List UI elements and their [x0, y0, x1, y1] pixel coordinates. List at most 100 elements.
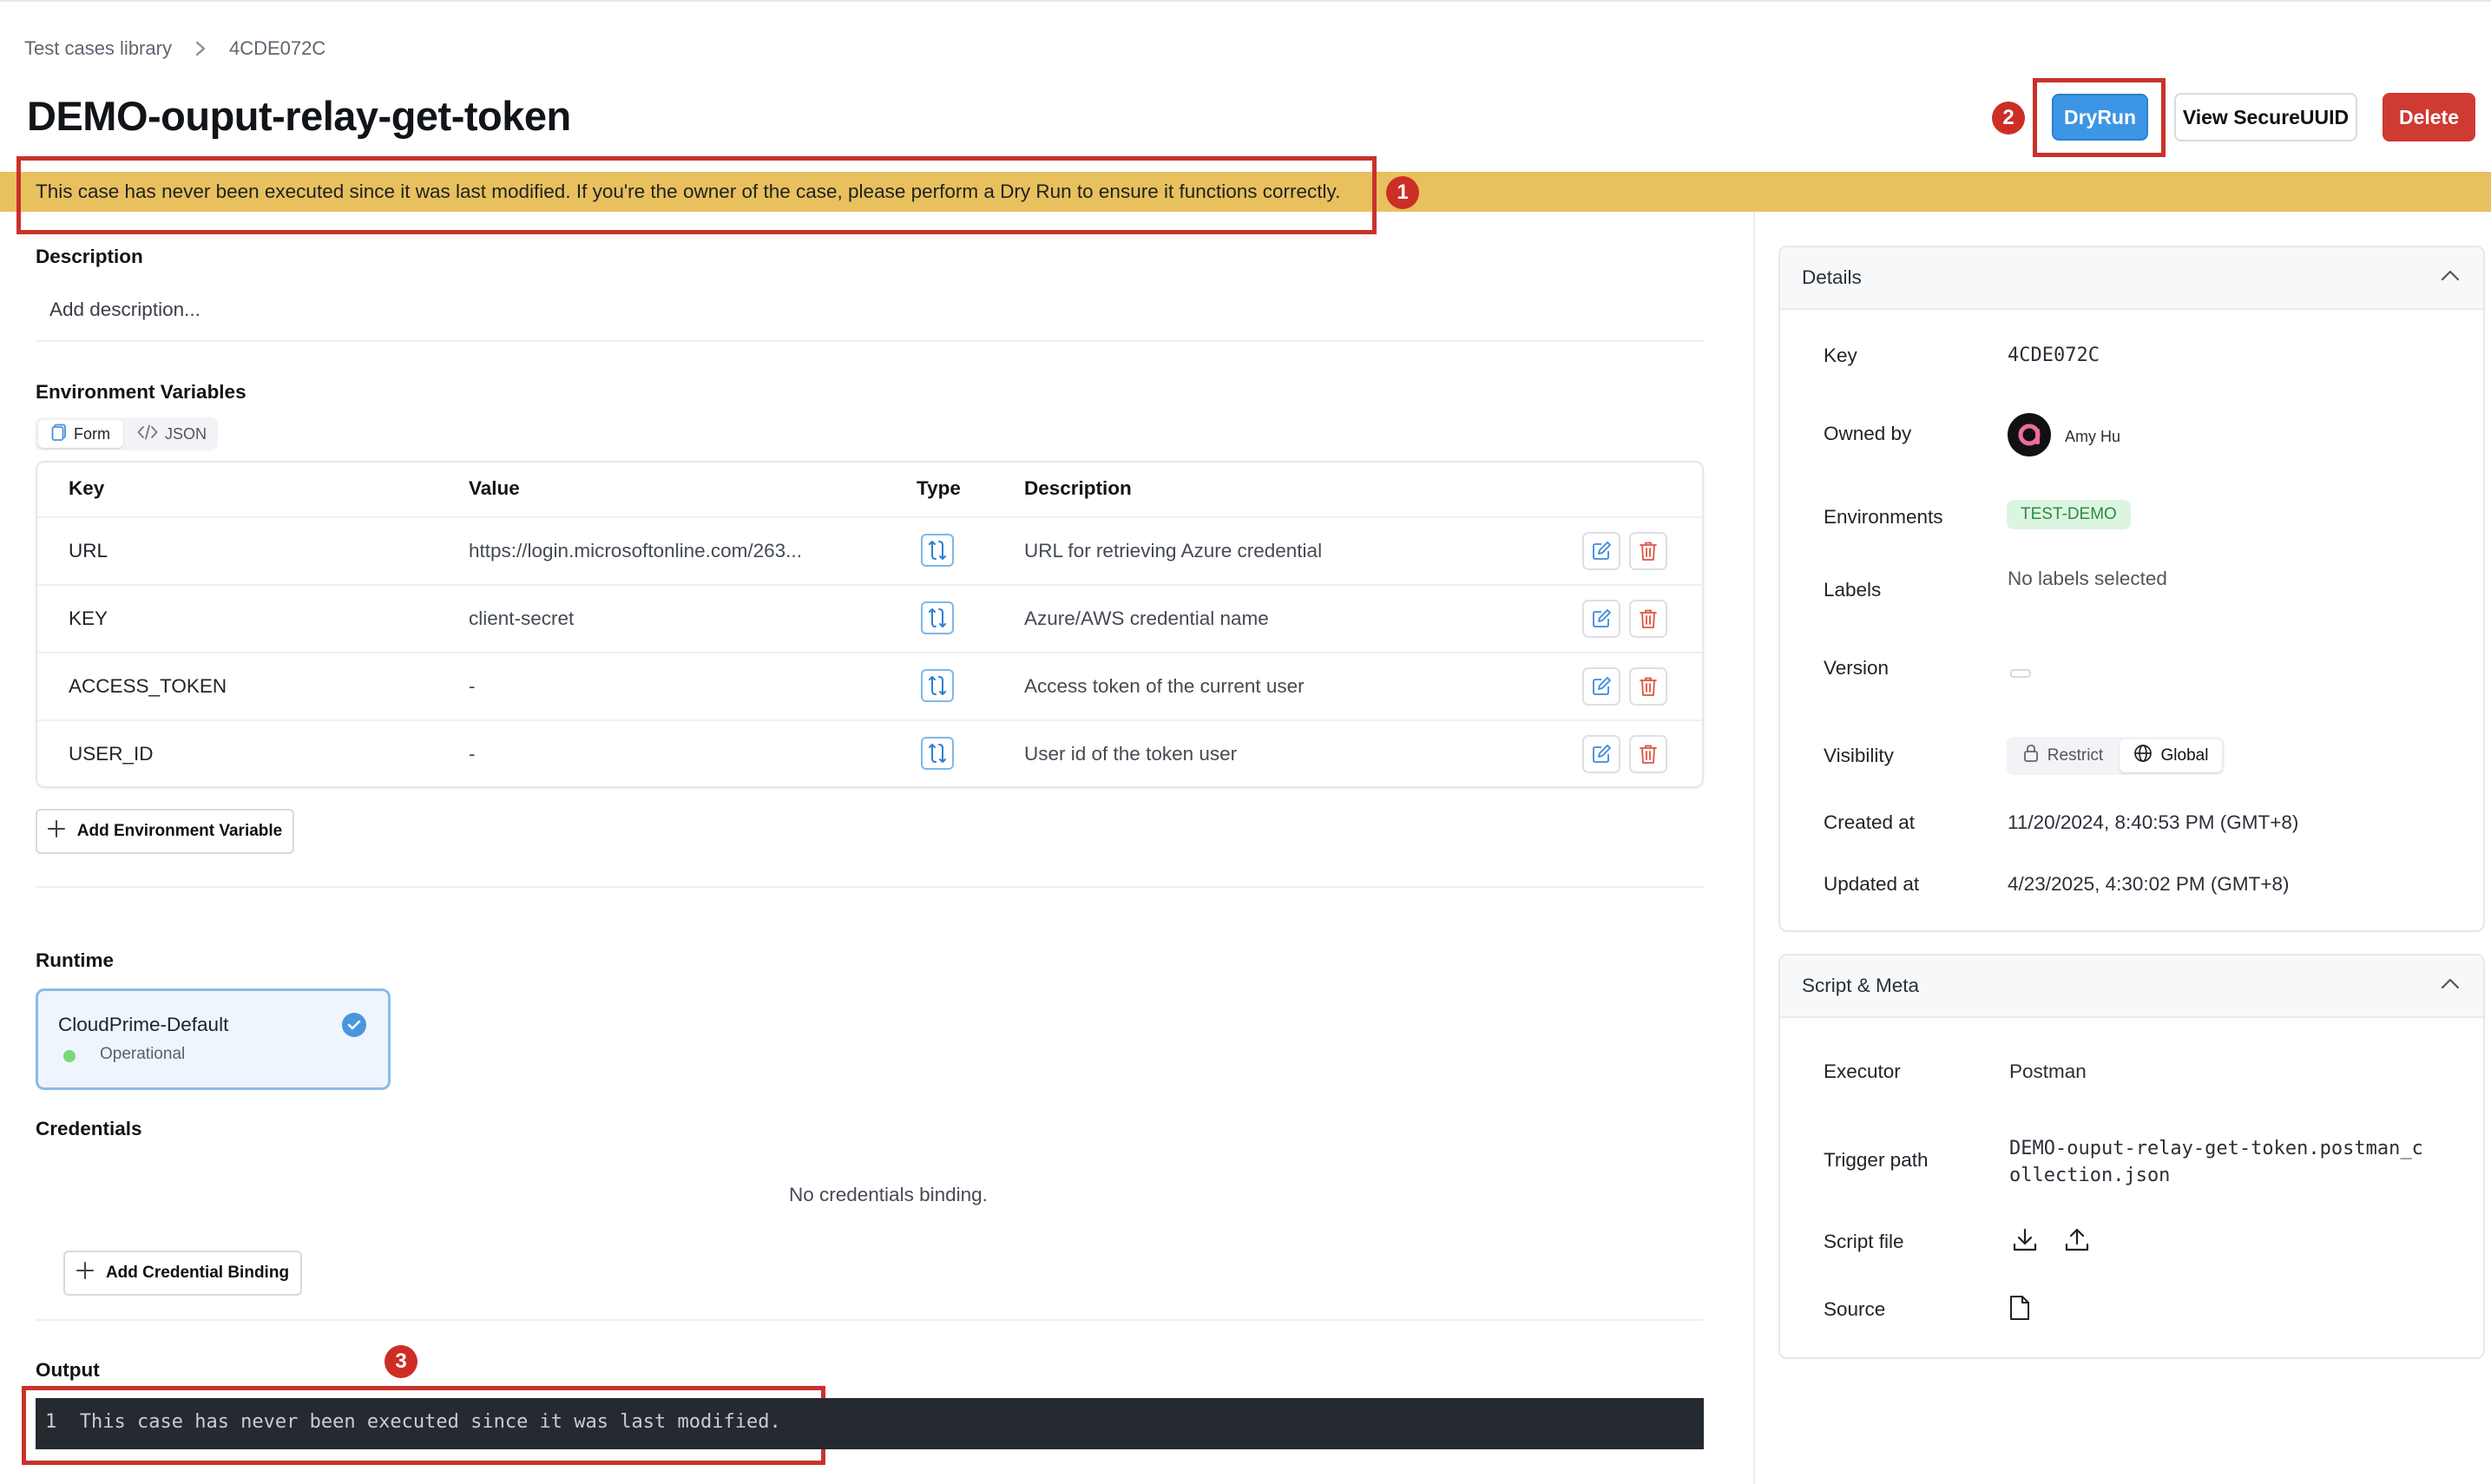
environment-badge: TEST-DEMO [2007, 500, 2131, 529]
trash-icon[interactable] [1629, 667, 1667, 706]
globe-icon [2133, 744, 2153, 768]
form-icon [51, 424, 67, 445]
labels-label: Labels [1824, 579, 1882, 601]
trash-icon[interactable] [1629, 735, 1667, 773]
env-vars-table [36, 461, 1704, 788]
description-input[interactable]: Add description... [49, 299, 200, 321]
chevron-up-icon[interactable] [2440, 976, 2461, 995]
env-description: User id of the token user [1024, 743, 1238, 765]
check-icon [342, 1013, 366, 1037]
visibility-restrict-label: Restrict [2047, 746, 2104, 765]
env-value: - [469, 743, 476, 765]
file-icon[interactable] [2008, 1295, 2031, 1325]
upload-icon[interactable] [2064, 1227, 2090, 1257]
variable-type-icon [921, 534, 954, 567]
labels-value[interactable]: No labels selected [2008, 568, 2167, 590]
script-file-label: Script file [1824, 1231, 1904, 1252]
variable-type-icon [921, 601, 954, 634]
visibility-global[interactable]: Global [2120, 739, 2222, 772]
annotation-box-1 [16, 156, 1377, 234]
add-env-var-button[interactable]: Add Environment Variable [36, 809, 294, 854]
breadcrumb-root[interactable]: Test cases library [24, 37, 172, 60]
top-border [0, 0, 2491, 2]
toggle-json-label: JSON [164, 424, 207, 443]
annotation-marker-2: 2 [1992, 102, 2025, 135]
visibility-restrict[interactable]: Restrict [2010, 739, 2116, 772]
breadcrumb-current: 4CDE072C [228, 37, 326, 59]
lock-icon [2023, 744, 2039, 768]
edit-icon[interactable] [1582, 600, 1620, 638]
chevron-right-icon [194, 40, 207, 57]
column-header-type: Type [917, 477, 961, 499]
updated-at-label: Updated at [1824, 873, 1920, 895]
toggle-form[interactable]: Form [38, 420, 123, 448]
no-credentials-text: No credentials binding. [789, 1184, 988, 1205]
column-header-value: Value [469, 477, 520, 499]
env-value: - [469, 675, 476, 697]
trigger-path-label: Trigger path [1824, 1149, 1929, 1171]
env-key: USER_ID [69, 743, 154, 765]
add-env-var-label: Add Environment Variable [76, 822, 283, 840]
add-credential-label: Add Credential Binding [105, 1264, 290, 1282]
output-line-number: 1 [45, 1411, 57, 1433]
environments-label: Environments [1824, 506, 1943, 528]
env-value: https://login.microsoftonline.com/263... [469, 540, 802, 561]
created-at-label: Created at [1824, 811, 1916, 833]
owner-label: Owned by [1824, 423, 1912, 444]
row-divider [37, 584, 1702, 586]
key-label: Key [1824, 345, 1857, 366]
executor-label: Executor [1824, 1060, 1901, 1082]
avatar [2008, 413, 2051, 456]
trash-icon[interactable] [1629, 532, 1667, 570]
variable-type-icon [921, 669, 954, 702]
delete-button[interactable]: Delete [2383, 93, 2475, 141]
owner-name: Amy Hu [2065, 428, 2121, 445]
visibility-global-label: Global [2160, 746, 2209, 765]
toggle-json[interactable]: JSON [128, 420, 215, 448]
annotation-marker-1: 1 [1386, 176, 1419, 209]
edit-icon[interactable] [1582, 667, 1620, 706]
plus-icon [47, 820, 65, 843]
edit-icon[interactable] [1582, 532, 1620, 570]
details-title: Details [1802, 266, 1862, 288]
status-dot [63, 1050, 76, 1062]
version-pill [2010, 669, 2031, 678]
output-text: This case has never been executed since … [79, 1411, 781, 1433]
page-title: DEMO-ouput-relay-get-token [27, 93, 571, 139]
annotation-box-2 [2033, 78, 2166, 157]
details-card-header[interactable] [1780, 247, 2483, 310]
output-line: 1 This case has never been executed sinc… [45, 1411, 781, 1433]
trigger-path-line1: DEMO-ouput-relay-get-token.postman_c [2009, 1138, 2423, 1159]
output-label: Output [36, 1359, 100, 1381]
env-description: URL for retrieving Azure credential [1024, 540, 1323, 561]
row-divider [37, 719, 1702, 721]
panel-divider [1753, 212, 1755, 1484]
key-value: 4CDE072C [2008, 345, 2100, 366]
runtime-card[interactable] [36, 988, 391, 1090]
column-header-key: Key [69, 477, 105, 499]
divider [36, 340, 1704, 342]
add-credential-binding-button[interactable]: Add Credential Binding [63, 1251, 302, 1296]
runtime-status: Operational [100, 1045, 186, 1063]
trigger-path-line2: ollection.json [2009, 1165, 2171, 1186]
plus-icon [76, 1262, 94, 1284]
trash-icon[interactable] [1629, 600, 1667, 638]
env-description: Access token of the current user [1024, 675, 1305, 697]
view-secureuuid-button[interactable]: View SecureUUID [2174, 93, 2357, 141]
created-at-value: 11/20/2024, 8:40:53 PM (GMT+8) [2008, 811, 2299, 833]
divider [36, 886, 1704, 888]
variable-type-icon [921, 737, 954, 770]
description-label: Description [36, 246, 143, 267]
env-vars-label: Environment Variables [36, 381, 246, 403]
row-divider [37, 516, 1702, 518]
chevron-up-icon[interactable] [2440, 268, 2461, 286]
updated-at-value: 4/23/2025, 4:30:02 PM (GMT+8) [2008, 873, 2290, 895]
row-divider [37, 652, 1702, 653]
credentials-label: Credentials [36, 1118, 142, 1139]
runtime-name: CloudPrime-Default [58, 1014, 229, 1035]
env-value: client-secret [469, 607, 575, 629]
divider [36, 1319, 1704, 1321]
download-icon[interactable] [2012, 1227, 2038, 1257]
edit-icon[interactable] [1582, 735, 1620, 773]
env-key: URL [69, 540, 108, 561]
